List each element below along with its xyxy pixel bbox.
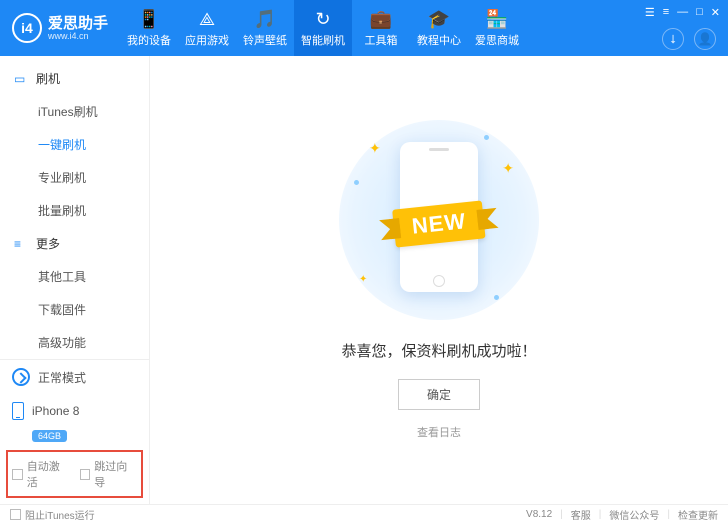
minimize-icon[interactable]: — xyxy=(677,6,688,19)
support-link[interactable]: 客服 xyxy=(571,507,591,522)
device-info[interactable]: iPhone 8 64GB xyxy=(0,394,149,446)
auto-activate-checkbox[interactable]: 自动激活 xyxy=(12,458,70,490)
options-box: 自动激活 跳过向导 xyxy=(6,450,143,498)
storage-badge: 64GB xyxy=(32,430,67,442)
download-icon[interactable]: ⭣ xyxy=(662,28,684,50)
sidebar-item-itunes[interactable]: iTunes刷机 xyxy=(0,95,149,128)
apps-icon: ⟁ xyxy=(199,9,215,30)
nav-flash[interactable]: ↻智能刷机 xyxy=(294,0,352,56)
sidebar-item-advanced[interactable]: 高级功能 xyxy=(0,326,149,359)
view-log-link[interactable]: 查看日志 xyxy=(417,424,461,440)
sidebar-item-oneclick[interactable]: 一键刷机 xyxy=(0,128,149,161)
block-itunes-checkbox[interactable]: 阻止iTunes运行 xyxy=(10,507,95,522)
status-bar: 阻止iTunes运行 V8.12 | 客服 | 微信公众号 | 检查更新 xyxy=(0,504,728,524)
maximize-icon[interactable]: □ xyxy=(696,6,703,19)
sidebar-item-other[interactable]: 其他工具 xyxy=(0,260,149,293)
sidebar-item-pro[interactable]: 专业刷机 xyxy=(0,161,149,194)
update-link[interactable]: 检查更新 xyxy=(678,507,718,522)
nav-apps[interactable]: ⟁应用游戏 xyxy=(178,0,236,56)
close-icon[interactable]: ✕ xyxy=(711,6,720,19)
nav-store[interactable]: 🏪爱思商城 xyxy=(468,0,526,56)
sidebar: ▭ 刷机 iTunes刷机 一键刷机 专业刷机 批量刷机 ≡ 更多 其他工具 下… xyxy=(0,56,150,504)
skip-guide-checkbox[interactable]: 跳过向导 xyxy=(80,458,138,490)
success-illustration: ✦ ✦ ✦ NEW xyxy=(339,120,539,320)
store-icon: 🏪 xyxy=(486,9,508,30)
sidebar-group-more: ≡ 更多 xyxy=(0,227,149,260)
nav-toolbox[interactable]: 💼工具箱 xyxy=(352,0,410,56)
success-message: 恭喜您，保资料刷机成功啦！ xyxy=(341,340,536,361)
main-content: ✦ ✦ ✦ NEW 恭喜您，保资料刷机成功啦！ 确定 查看日志 xyxy=(150,56,728,504)
flash-group-icon: ▭ xyxy=(14,72,28,86)
sidebar-item-firmware[interactable]: 下载固件 xyxy=(0,293,149,326)
phone-icon: 📱 xyxy=(138,9,160,30)
device-mode[interactable]: 正常模式 xyxy=(0,360,149,394)
mode-icon xyxy=(12,368,30,386)
version-label: V8.12 xyxy=(526,509,552,520)
sidebar-group-flash: ▭ 刷机 xyxy=(0,62,149,95)
nav-my-device[interactable]: 📱我的设备 xyxy=(120,0,178,56)
logo: i4 爱思助手 www.i4.cn xyxy=(0,0,120,56)
tutorial-icon: 🎓 xyxy=(428,9,450,30)
logo-url: www.i4.cn xyxy=(48,31,108,41)
logo-icon: i4 xyxy=(12,13,42,43)
music-icon: 🎵 xyxy=(254,9,276,30)
sidebar-item-batch[interactable]: 批量刷机 xyxy=(0,194,149,227)
nav-ringtones[interactable]: 🎵铃声壁纸 xyxy=(236,0,294,56)
refresh-icon: ↻ xyxy=(315,9,330,30)
top-nav: 📱我的设备 ⟁应用游戏 🎵铃声壁纸 ↻智能刷机 💼工具箱 🎓教程中心 🏪爱思商城 xyxy=(120,0,526,56)
nav-tutorials[interactable]: 🎓教程中心 xyxy=(410,0,468,56)
more-group-icon: ≡ xyxy=(14,237,28,251)
app-header: i4 爱思助手 www.i4.cn 📱我的设备 ⟁应用游戏 🎵铃声壁纸 ↻智能刷… xyxy=(0,0,728,56)
logo-title: 爱思助手 xyxy=(48,16,108,31)
ok-button[interactable]: 确定 xyxy=(398,379,480,410)
device-icon xyxy=(12,402,24,420)
wechat-link[interactable]: 微信公众号 xyxy=(609,507,659,522)
toolbox-icon: 💼 xyxy=(370,9,392,30)
list-icon[interactable]: ≡ xyxy=(663,6,669,19)
menu-icon[interactable]: ☰ xyxy=(645,6,655,19)
user-icon[interactable]: 👤 xyxy=(694,28,716,50)
window-controls: ☰ ≡ — □ ✕ xyxy=(645,6,720,19)
